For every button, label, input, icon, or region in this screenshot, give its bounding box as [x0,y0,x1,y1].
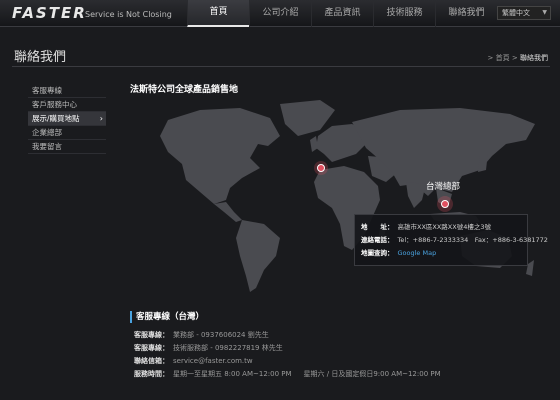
sidebar-item-message[interactable]: 我要留言 [28,140,106,154]
taiwan-hq-label: 台灣總部 [426,182,461,192]
map-label: 地圖查詢： [361,249,394,257]
service-title: 客服專線（台灣） [130,311,204,323]
title-divider [12,66,550,67]
sidebar-item-label: 企業總部 [32,128,62,137]
breadcrumb-sep-icon: > [511,54,518,62]
service-value: 業務部 - 0937606024 劉先生 [173,331,269,339]
phone-row: 連絡電話： Tel：+886-7-2333334 Fax：+886-3-63817… [361,234,548,247]
chevron-right-icon: › [99,114,103,123]
sidebar: 客服專線 客戶服務中心 展示/購買地點 › 企業總部 我要留言 [28,84,106,154]
sidebar-item-service-center[interactable]: 客戶服務中心 [28,98,106,112]
sidebar-item-headquarters[interactable]: 企業總部 [28,126,106,140]
service-value: 星期一至星期五 8:00 AM~12:00 PM [173,370,292,378]
location-info-box: 地 址： 高雄市XX區XX路XX號4樓之3號 連絡電話： Tel：+886-7-23… [354,214,548,266]
sidebar-item-label: 展示/購買地點 [32,114,80,123]
sidebar-item-label: 我要留言 [32,142,62,151]
breadcrumb-home[interactable]: 首頁 [496,54,510,62]
service-row: 聯絡信箱： service@faster.com.tw [134,355,441,368]
service-key: 聯絡信箱： [134,357,169,365]
breadcrumb-sep-icon: > [487,54,494,62]
nav-contact[interactable]: 聯絡我們 [435,0,497,27]
language-value: 繁體中文 [502,9,530,17]
phone-label: 連絡電話： [361,236,394,244]
faster-logo[interactable]: FASTER [12,4,87,22]
service-value: 技術服務部 - 0982227819 林先生 [173,344,283,352]
service-row: 服務時間： 星期一至星期五 8:00 AM~12:00 PM 星期六 / 日及國定假… [134,368,441,381]
sidebar-item-hotline[interactable]: 客服專線 [28,84,106,98]
language-select[interactable]: 繁體中文 ▼ [497,6,551,20]
world-map-graphic [160,100,535,292]
address-value: 高雄市XX區XX路XX號4樓之3號 [397,223,492,231]
page-title: 聯絡我們 [14,50,67,65]
email-link[interactable]: service@faster.com.tw [173,357,253,365]
service-key: 客服專線： [134,344,169,352]
phone-value: Tel：+886-7-2333334 Fax：+886-3-6381772 [397,236,548,244]
service-list: 客服專線： 業務部 - 0937606024 劉先生 客服專線： 技術服務部 - 0… [134,329,441,381]
sidebar-item-locations[interactable]: 展示/購買地點 › [28,112,106,126]
google-map-link[interactable]: Google Map [398,249,437,257]
nav-company[interactable]: 公司介紹 [249,0,311,27]
breadcrumb: > 首頁 > 聯絡我們 [488,53,548,63]
nav-products[interactable]: 產品資訊 [311,0,373,27]
address-row: 地 址： 高雄市XX區XX路XX號4樓之3號 [361,221,521,234]
nav-home[interactable]: 首頁 [187,0,249,27]
main-title: 法斯特公司全球產品銷售地 [130,85,239,95]
service-key: 服務時間： [134,370,169,378]
tagline: Service is Not Closing [85,10,172,19]
service-row: 客服專線： 業務部 - 0937606024 劉先生 [134,329,441,342]
map-row: 地圖查詢： Google Map [361,247,521,260]
top-header: FASTER Service is Not Closing 首頁 公司介紹 產品… [0,0,560,27]
sidebar-item-label: 客戶服務中心 [32,100,77,109]
service-value-weekend: 星期六 / 日及國定假日9:00 AM~12:00 PM [303,370,441,378]
europe-marker [317,164,325,172]
service-key: 客服專線： [134,331,169,339]
main-nav: 首頁 公司介紹 產品資訊 技術服務 聯絡我們 [187,0,497,27]
breadcrumb-current: 聯絡我們 [520,54,548,62]
taiwan-marker [441,200,449,208]
chevron-down-icon: ▼ [542,9,547,16]
sidebar-item-label: 客服專線 [32,86,62,95]
nav-tech-service[interactable]: 技術服務 [373,0,435,27]
address-label: 地 址： [361,223,394,231]
world-map [130,96,552,296]
service-row: 客服專線： 技術服務部 - 0982227819 林先生 [134,342,441,355]
